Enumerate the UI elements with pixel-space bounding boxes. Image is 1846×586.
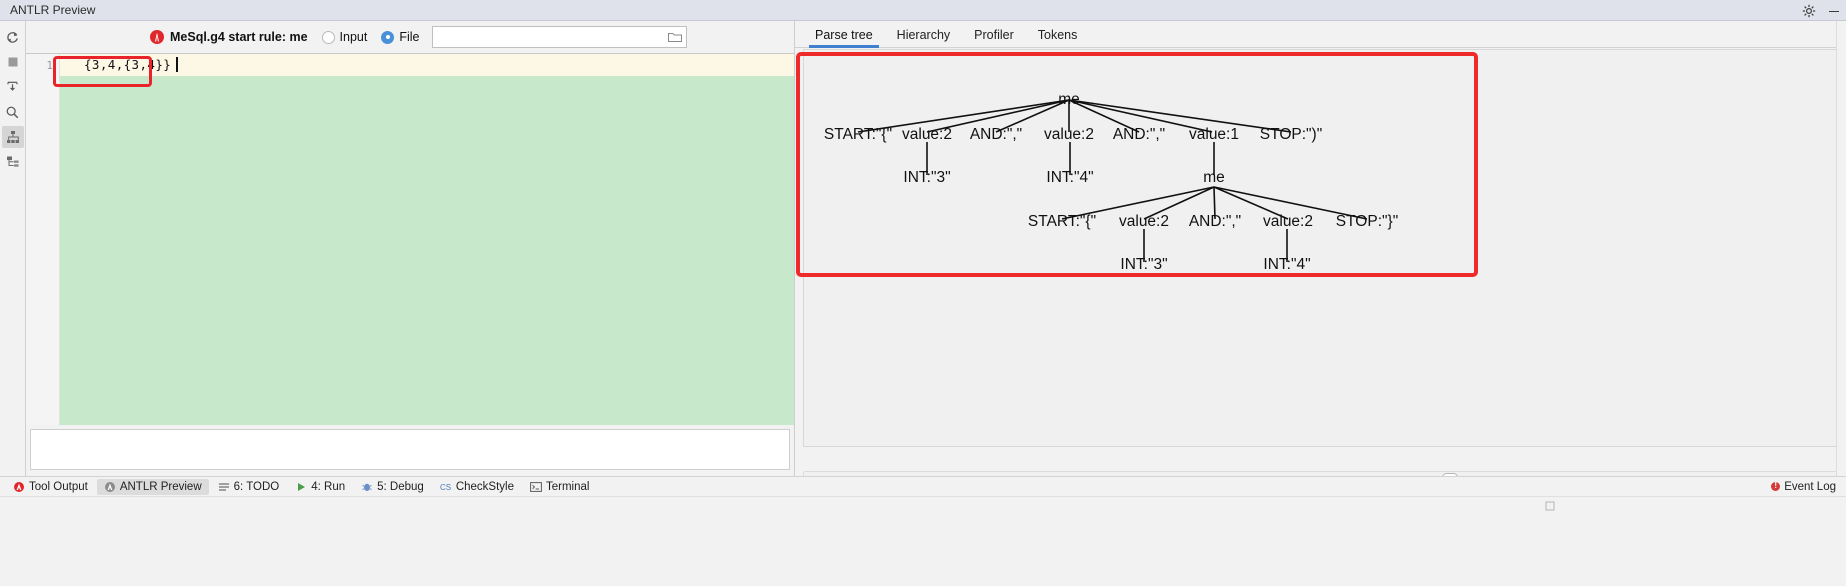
tree-node-l3-stop: STOP:"}" (1336, 213, 1398, 230)
window-title: ANTLR Preview (10, 3, 96, 17)
editor-text[interactable]: {3,4,{3,4}} (84, 57, 171, 72)
editor-body[interactable]: {3,4,{3,4}} (60, 54, 794, 446)
tool-window-todo[interactable]: 6: TODO (211, 479, 287, 495)
title-bar: ANTLR Preview (0, 0, 1846, 21)
tool-window-event-log[interactable]: Event Log (1764, 479, 1846, 495)
tree-node-l3-start: START:"{" (1028, 213, 1096, 230)
stop-icon[interactable] (2, 51, 24, 73)
terminal-icon (530, 481, 542, 493)
tree-node-l1-and1: AND:"," (970, 126, 1022, 143)
tab-profiler[interactable]: Profiler (962, 25, 1026, 47)
tab-hierarchy[interactable]: Hierarchy (885, 25, 963, 47)
tree-node-l1-and2: AND:"," (1113, 126, 1165, 143)
refresh-icon[interactable] (2, 26, 24, 48)
line-number: 1 (46, 59, 53, 72)
antlr-logo-icon (150, 30, 164, 44)
hierarchy-icon[interactable] (1, 126, 24, 148)
tree-node-l2-int2: INT:"4" (1046, 169, 1093, 186)
tool-window-tool-output[interactable]: Tool Output (6, 479, 95, 495)
tree-node-l2-int1: INT:"3" (903, 169, 950, 186)
start-rule-label: MeSql.g4 start rule: me (170, 30, 308, 44)
tool-window-label: Tool Output (29, 480, 88, 493)
tree-node-l4-int2: INT:"4" (1263, 256, 1310, 273)
error-console-area[interactable] (30, 429, 790, 470)
file-radio-label[interactable]: File (399, 30, 419, 44)
run-icon (295, 481, 307, 493)
tree-node-labels: me START:"{" value:2 AND:"," value:2 AND… (824, 91, 1398, 273)
tool-window-run[interactable]: 4: Run (288, 479, 352, 495)
status-indicator-icon (1545, 500, 1555, 511)
input-radio[interactable] (321, 30, 335, 44)
tool-window-label: 6: TODO (233, 480, 280, 493)
tool-window-label: 4: Run (311, 480, 346, 493)
event-log-label: Event Log (1784, 480, 1836, 493)
grammar-control-bar: MeSql.g4 start rule: me Input File (26, 21, 794, 54)
export-icon[interactable] (2, 76, 24, 98)
tree-node-l1-value1: value:2 (902, 126, 952, 143)
tool-window-label: ANTLR Preview (119, 480, 202, 493)
tree-node-l1-value2: value:2 (1044, 126, 1094, 143)
tool-window-antlr-preview[interactable]: ANTLR Preview (96, 478, 209, 495)
debug-icon (361, 481, 373, 493)
checkstyle-icon: CS (440, 481, 452, 493)
tree-node-l4-int1: INT:"3" (1120, 256, 1167, 273)
status-strip (0, 496, 1846, 586)
svg-text:CS: CS (440, 483, 451, 492)
left-toolbar-rail (0, 21, 26, 476)
input-editor[interactable]: 1 {3,4,{3,4}} (26, 54, 794, 446)
tab-bar: Parse tree Hierarchy Profiler Tokens (795, 21, 1846, 48)
tool-window-label: Terminal (545, 480, 590, 493)
tool-window-label: CheckStyle (455, 480, 514, 493)
todo-icon (218, 481, 230, 493)
error-icon (1771, 481, 1781, 491)
tool-window-terminal[interactable]: Terminal (523, 479, 596, 495)
antlr-preview-window: ANTLR Preview MeSql.g4 start rule: me In… (0, 0, 1846, 586)
minimize-icon[interactable] (1828, 5, 1840, 17)
file-radio[interactable] (381, 30, 395, 44)
editor-gutter: 1 (26, 54, 60, 446)
search-icon[interactable] (2, 101, 24, 123)
parse-tree-canvas[interactable]: me START:"{" value:2 AND:"," value:2 AND… (803, 49, 1839, 447)
error-console (26, 425, 794, 476)
gear-icon[interactable] (1802, 4, 1816, 18)
folder-icon[interactable] (667, 31, 682, 43)
tool-window-label: 5: Debug (377, 480, 424, 493)
tree-node-l2-me: me (1203, 169, 1225, 186)
tree-node-l1-value3: value:1 (1189, 126, 1239, 143)
status-divider (0, 496, 1846, 497)
input-radio-label[interactable]: Input (340, 30, 368, 44)
input-radio-group[interactable]: Input (321, 30, 368, 44)
text-caret (176, 57, 178, 72)
tool-window-checkstyle[interactable]: CS CheckStyle (433, 479, 521, 495)
parse-tree-graph: me START:"{" value:2 AND:"," value:2 AND… (824, 91, 1398, 273)
tool-output-icon (13, 481, 25, 493)
right-edge-strip (1836, 21, 1846, 476)
tree-node-l1-start: START:"{" (824, 126, 892, 143)
tool-window-bar: Tool Output ANTLR Preview 6: TODO 4: Run… (0, 476, 1846, 496)
preview-left-pane: MeSql.g4 start rule: me Input File 1 {3,… (26, 21, 794, 476)
file-path-input[interactable] (431, 26, 687, 48)
tree-node-l1-stop: STOP:")" (1260, 126, 1322, 143)
tab-tokens[interactable]: Tokens (1026, 25, 1090, 47)
antlr-icon (104, 481, 116, 493)
parsed-region-highlight (60, 76, 794, 446)
tab-parse-tree[interactable]: Parse tree (803, 25, 885, 48)
tree-node-l3-and: AND:"," (1189, 213, 1241, 230)
tree-structure-icon[interactable] (2, 151, 24, 173)
tree-node-root: me (1058, 91, 1080, 108)
preview-right-pane: Parse tree Hierarchy Profiler Tokens me … (794, 21, 1846, 484)
window-controls (1802, 0, 1840, 21)
tool-window-debug[interactable]: 5: Debug (354, 479, 431, 495)
tree-node-l3-value2: value:2 (1263, 213, 1313, 230)
file-radio-group[interactable]: File (381, 30, 420, 44)
tree-node-l3-value1: value:2 (1119, 213, 1169, 230)
